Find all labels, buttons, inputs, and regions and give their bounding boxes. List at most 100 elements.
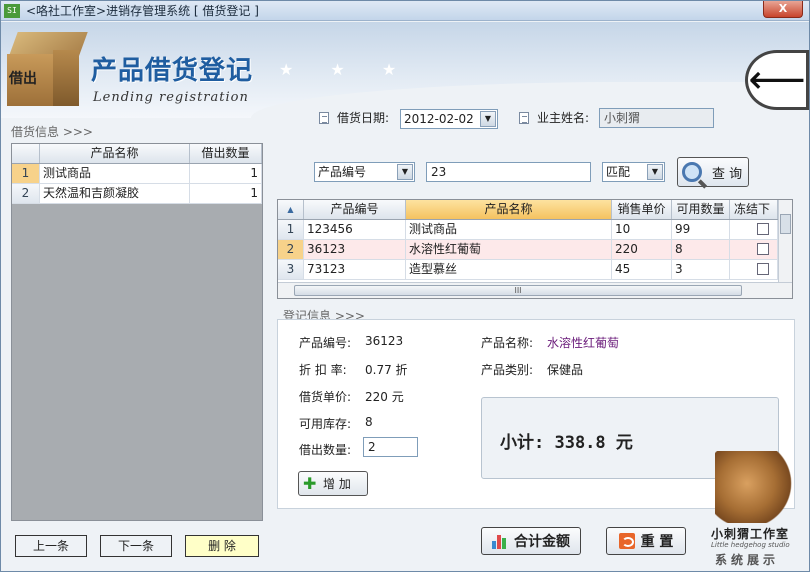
product-grid-header: ▲ 产品编号 产品名称 销售单价 可用数量 冻结下 xyxy=(278,200,792,220)
cell-lend-qty: 1 xyxy=(190,184,262,203)
frozen-checkbox[interactable] xyxy=(757,223,769,235)
col-lend-qty[interactable]: 借出数量 xyxy=(190,144,262,163)
stock-value: 8 xyxy=(365,415,373,429)
search-field-select[interactable]: 产品编号 ▼ xyxy=(314,162,415,182)
col-frozen[interactable]: 冻结下 xyxy=(730,200,778,219)
cell-unit-price: 10 xyxy=(612,220,672,239)
window-title: <咯社工作室>进销存管理系统 [ 借货登记 ] xyxy=(26,4,259,18)
cell-product-code: 73123 xyxy=(304,260,406,279)
discount-label: 折 扣 率: xyxy=(299,363,347,377)
cell-product-name: 水溶性红葡萄 xyxy=(406,240,612,259)
product-name-value: 水溶性红葡萄 xyxy=(547,336,620,350)
vertical-scrollbar[interactable] xyxy=(778,200,792,282)
cell-unit-price: 45 xyxy=(612,260,672,279)
stock-label: 可用库存: xyxy=(299,417,352,431)
document-icon xyxy=(519,111,529,124)
horizontal-scrollbar[interactable]: III xyxy=(278,282,792,298)
add-button[interactable]: ✚ 增 加 xyxy=(298,471,368,496)
lending-grid-header: 产品名称 借出数量 xyxy=(12,144,262,164)
table-row[interactable]: 3 73123 造型慕丝 45 3 xyxy=(278,260,792,280)
prev-record-button[interactable]: 上一条 xyxy=(15,535,87,557)
reset-icon xyxy=(618,533,635,549)
close-button[interactable]: X xyxy=(763,1,803,18)
horizontal-scroll-thumb[interactable]: III xyxy=(294,285,742,296)
lend-qty-label: 借出数量: xyxy=(299,443,352,457)
product-name-label: 产品名称: xyxy=(481,336,534,350)
reset-button[interactable]: 重 置 xyxy=(606,527,686,555)
reset-button-label: 重 置 xyxy=(640,534,674,550)
page-subtitle: Lending registration xyxy=(93,90,249,105)
cell-product-name: 天然温和吉颜凝胶 xyxy=(40,184,190,203)
col-product-name[interactable]: 产品名称 xyxy=(40,144,190,163)
owner-name-field[interactable]: 小刺猬 xyxy=(599,108,714,128)
hedgehog-mascot-icon xyxy=(715,451,795,523)
vertical-scroll-thumb[interactable] xyxy=(780,214,791,234)
date-picker[interactable]: 2012-02-02 ▼ xyxy=(400,109,498,129)
main-window: SI <咯社工作室>进销存管理系统 [ 借货登记 ] X 借出 产品借货登记 ★… xyxy=(0,0,810,572)
cell-product-name: 造型慕丝 xyxy=(406,260,612,279)
next-record-button[interactable]: 下一条 xyxy=(100,535,172,557)
discount-value: 0.77 折 xyxy=(365,363,408,377)
date-label-text: 借货日期: xyxy=(337,111,390,125)
subtotal-text: 小计: 338.8 元 xyxy=(500,433,633,453)
table-row[interactable]: 1 123456 测试商品 10 99 xyxy=(278,220,792,240)
total-amount-label: 合计金额 xyxy=(514,534,570,550)
cell-product-name: 测试商品 xyxy=(406,220,612,239)
search-field-value: 产品编号 xyxy=(318,165,367,179)
total-amount-button[interactable]: 合计金额 xyxy=(481,527,581,555)
row-number: 3 xyxy=(278,260,304,279)
search-input[interactable]: 23 xyxy=(426,162,591,182)
frozen-checkbox[interactable] xyxy=(757,263,769,275)
box-logo-icon: 借出 xyxy=(7,32,88,106)
match-mode-select[interactable]: 匹配 ▼ xyxy=(602,162,665,182)
stars-decoration: ★ ★ ★ xyxy=(279,60,413,79)
chevron-down-icon[interactable]: ▼ xyxy=(397,164,413,180)
cell-frozen xyxy=(730,220,778,239)
product-grid: ▲ 产品编号 产品名称 销售单价 可用数量 冻结下 1 123456 测试商品 … xyxy=(277,199,793,299)
lending-info-panel: 借货信息 >>> 产品名称 借出数量 1 测试商品 1 2 天然温和吉颜凝胶 1 xyxy=(11,123,263,521)
back-arrow-icon[interactable]: ⟵ xyxy=(745,50,809,110)
col-product-name[interactable]: 产品名称 xyxy=(406,200,612,219)
row-number: 2 xyxy=(278,240,304,259)
watermark-en: Little hedgehog studio xyxy=(711,541,790,549)
watermark-cn: 小刺猬工作室 xyxy=(711,527,790,541)
table-row[interactable]: 1 测试商品 1 xyxy=(12,164,262,184)
col-available-qty[interactable]: 可用数量 xyxy=(672,200,730,219)
add-button-label: 增 加 xyxy=(323,477,351,491)
table-row[interactable]: 2 36123 水溶性红葡萄 220 8 xyxy=(278,240,792,260)
cell-lend-qty: 1 xyxy=(190,164,262,183)
delete-button[interactable]: 删 除 xyxy=(185,535,259,557)
cell-frozen xyxy=(730,240,778,259)
chevron-down-icon[interactable]: ▼ xyxy=(647,164,663,180)
cell-available-qty: 99 xyxy=(672,220,730,239)
date-value: 2012-02-02 xyxy=(404,112,474,126)
col-product-code[interactable]: 产品编号 xyxy=(304,200,406,219)
product-code-value: 36123 xyxy=(365,334,404,348)
table-row[interactable]: 2 天然温和吉颜凝胶 1 xyxy=(12,184,262,204)
lend-price-label: 借货单价: xyxy=(299,390,352,404)
chevron-down-icon[interactable]: ▼ xyxy=(480,111,496,127)
cell-unit-price: 220 xyxy=(612,240,672,259)
search-button[interactable]: 查 询 xyxy=(677,157,749,187)
logo-label: 借出 xyxy=(9,71,37,87)
cell-frozen xyxy=(730,260,778,279)
search-button-label: 查 询 xyxy=(712,166,743,182)
date-label: 借货日期: xyxy=(319,109,389,126)
category-label: 产品类别: xyxy=(481,363,534,377)
category-value: 保健品 xyxy=(547,363,584,377)
frozen-checkbox[interactable] xyxy=(757,243,769,255)
row-number: 1 xyxy=(12,164,40,183)
header-banner: 借出 产品借货登记 ★ ★ ★ Lending registration ⟵ xyxy=(1,22,809,118)
owner-label-text: 业主姓名: xyxy=(537,111,590,125)
lend-price-value: 220 元 xyxy=(365,390,404,404)
lending-grid: 产品名称 借出数量 1 测试商品 1 2 天然温和吉颜凝胶 1 xyxy=(11,143,263,521)
grid-corner xyxy=(12,144,40,163)
row-number: 1 xyxy=(278,220,304,239)
col-unit-price[interactable]: 销售单价 xyxy=(612,200,672,219)
cell-product-code: 123456 xyxy=(304,220,406,239)
sort-icon[interactable]: ▲ xyxy=(278,200,304,219)
cell-available-qty: 8 xyxy=(672,240,730,259)
cell-product-code: 36123 xyxy=(304,240,406,259)
page-title: 产品借货登记 xyxy=(91,56,254,86)
lend-qty-input[interactable]: 2 xyxy=(363,437,418,457)
